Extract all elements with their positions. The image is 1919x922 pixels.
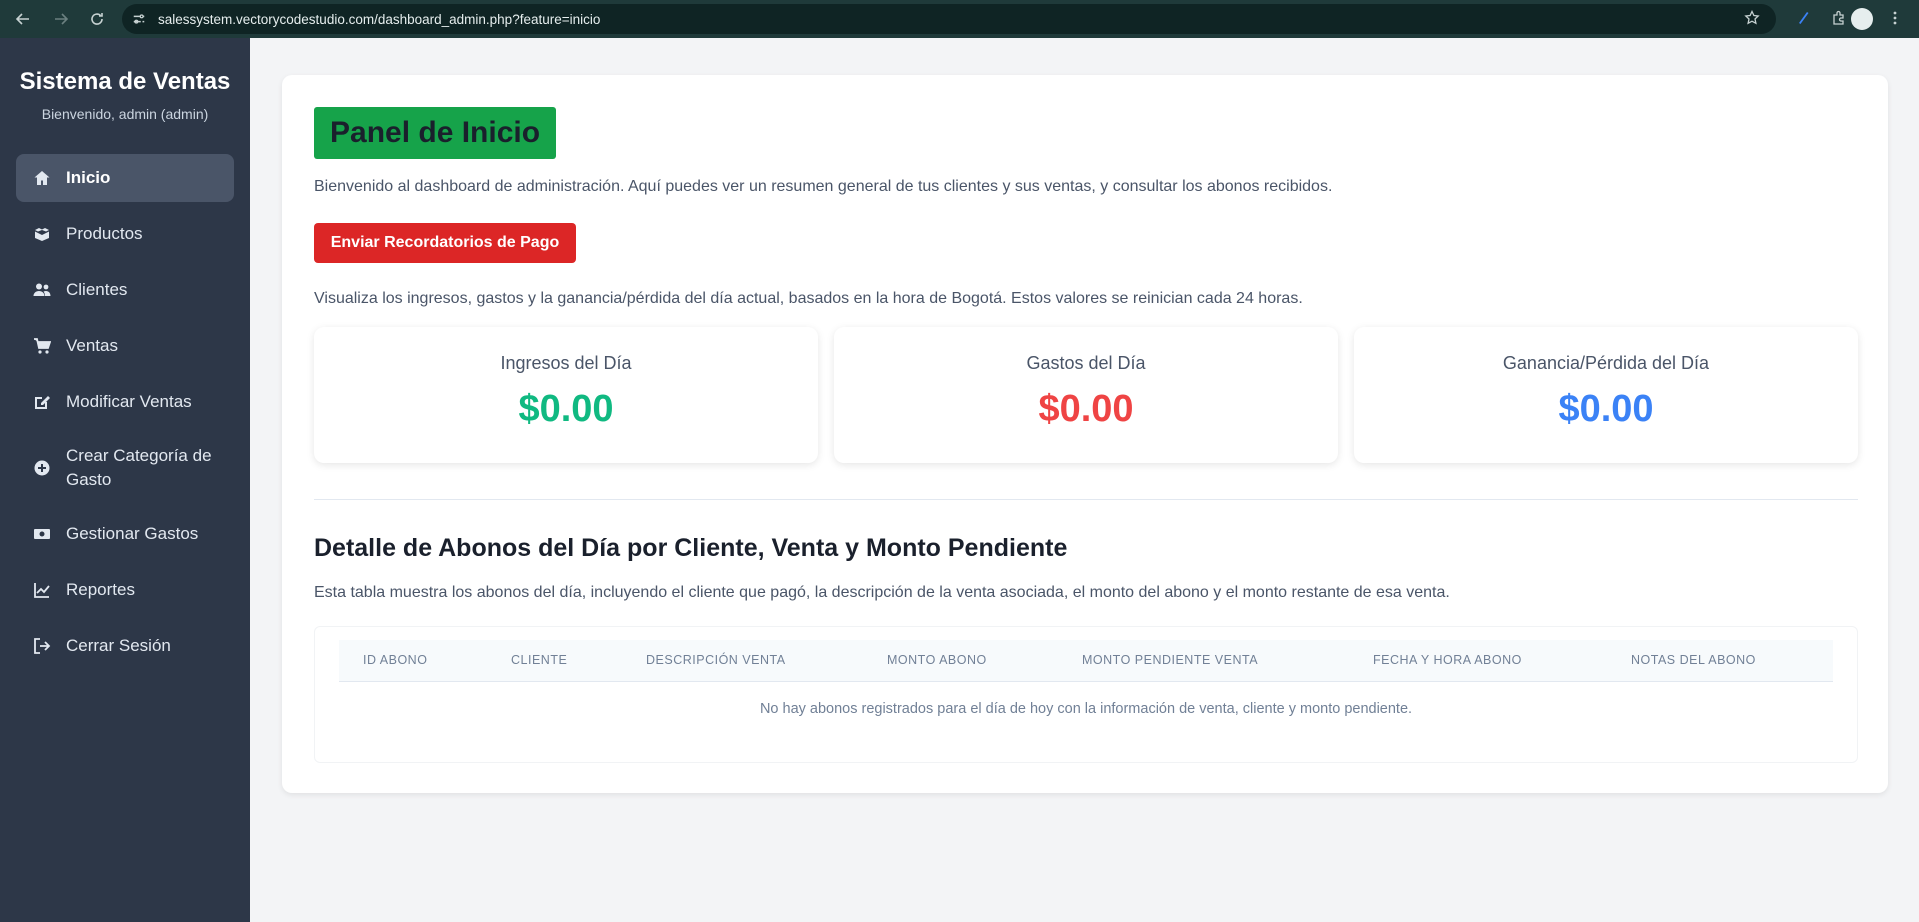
sidebar-item-clientes[interactable]: Clientes bbox=[16, 266, 234, 314]
sidebar-item-inicio[interactable]: Inicio bbox=[16, 154, 234, 202]
logout-icon bbox=[32, 636, 52, 656]
empty-table-message: No hay abonos registrados para el día de… bbox=[759, 701, 1413, 717]
sidebar-item-gestionar-gastos[interactable]: Gestionar Gastos bbox=[16, 510, 234, 558]
send-reminders-button[interactable]: Enviar Recordatorios de Pago bbox=[314, 223, 576, 263]
sidebar-item-reportes[interactable]: Reportes bbox=[16, 566, 234, 614]
home-icon bbox=[32, 168, 52, 188]
stat-label: Ingresos del Día bbox=[500, 353, 632, 373]
column-header: ID ABONO bbox=[363, 653, 428, 667]
cart-icon bbox=[32, 336, 52, 356]
sidebar-item-label: Gestionar Gastos bbox=[66, 524, 199, 543]
sidebar-menu: Inicio Productos Clientes Ventas Modific… bbox=[0, 154, 250, 670]
stat-card-ingresos: Ingresos del Día $0.00 bbox=[314, 327, 818, 463]
extension-pen-icon[interactable] bbox=[1795, 10, 1813, 28]
arrow-left-icon bbox=[15, 13, 29, 25]
money-icon bbox=[32, 524, 52, 544]
main-card: Panel de Inicio Bienvenido al dashboard … bbox=[282, 75, 1888, 793]
back-button[interactable] bbox=[12, 8, 34, 30]
app-title: Sistema de Ventas bbox=[19, 68, 231, 95]
browser-toolbar: salessystem.vectorycodestudio.com/dashbo… bbox=[0, 0, 1919, 38]
reload-icon bbox=[91, 13, 103, 25]
page-title: Panel de Inicio bbox=[330, 116, 541, 149]
abonos-table: ID ABONO CLIENTE DESCRIPCIÓN VENTA MONTO… bbox=[314, 626, 1858, 763]
site-info-icon[interactable] bbox=[130, 10, 148, 28]
column-header: MONTO ABONO bbox=[887, 653, 987, 667]
browser-menu-icon[interactable] bbox=[1887, 10, 1905, 28]
section-description: Esta tabla muestra los abonos del día, i… bbox=[314, 584, 1450, 601]
stat-card-gastos: Gastos del Día $0.00 bbox=[834, 327, 1338, 463]
arrow-right-icon bbox=[55, 13, 69, 25]
stat-card-ganancia: Ganancia/Pérdida del Día $0.00 bbox=[1354, 327, 1858, 463]
stat-label: Gastos del Día bbox=[1026, 353, 1146, 373]
sidebar-item-label: Modificar Ventas bbox=[66, 392, 192, 411]
url-text[interactable]: salessystem.vectorycodestudio.com/dashbo… bbox=[158, 12, 600, 27]
column-header: MONTO PENDIENTE VENTA bbox=[1082, 653, 1259, 667]
sidebar-item-label: Cerrar Sesión bbox=[66, 636, 171, 655]
column-header: DESCRIPCIÓN VENTA bbox=[646, 653, 786, 667]
sidebar-item-label: Clientes bbox=[66, 280, 128, 299]
plus-circle-icon bbox=[32, 458, 52, 478]
edit-icon bbox=[32, 392, 52, 412]
stat-label: Ganancia/Pérdida del Día bbox=[1502, 353, 1710, 373]
sidebar: Sistema de Ventas Bienvenido, admin (adm… bbox=[0, 38, 250, 922]
sidebar-item-productos[interactable]: Productos bbox=[16, 210, 234, 258]
extensions-puzzle-icon[interactable] bbox=[1831, 10, 1849, 28]
sidebar-item-crear-categoria[interactable]: Crear Categoría de Gasto bbox=[16, 434, 234, 502]
column-header: NOTAS DEL ABONO bbox=[1631, 653, 1756, 667]
page-title-box: Panel de Inicio bbox=[314, 107, 557, 159]
welcome-text: Bienvenido, admin (admin) bbox=[41, 106, 209, 122]
reload-button[interactable] bbox=[86, 8, 108, 30]
profile-avatar[interactable] bbox=[1851, 8, 1873, 30]
stats-row: Ingresos del Día $0.00 Gastos del Día $0… bbox=[314, 327, 1858, 463]
sidebar-item-label: Crear Categoría de Gasto bbox=[66, 446, 212, 489]
address-bar[interactable]: salessystem.vectorycodestudio.com/dashbo… bbox=[122, 4, 1776, 34]
sidebar-item-label: Inicio bbox=[66, 168, 111, 187]
stat-value: $0.00 bbox=[1558, 388, 1654, 430]
intro-text: Bienvenido al dashboard de administració… bbox=[314, 178, 1333, 195]
sidebar-item-label: Ventas bbox=[66, 336, 118, 355]
boxes-icon bbox=[32, 224, 52, 244]
stat-value: $0.00 bbox=[518, 388, 614, 430]
table-header: ID ABONO CLIENTE DESCRIPCIÓN VENTA MONTO… bbox=[339, 640, 1833, 682]
chart-line-icon bbox=[32, 580, 52, 600]
forward-button[interactable] bbox=[50, 8, 72, 30]
column-header: FECHA Y HORA ABONO bbox=[1373, 653, 1522, 667]
sidebar-item-label: Productos bbox=[66, 224, 143, 243]
stat-value: $0.00 bbox=[1038, 388, 1134, 430]
sidebar-item-ventas[interactable]: Ventas bbox=[16, 322, 234, 370]
divider bbox=[314, 499, 1858, 500]
sidebar-item-cerrar-sesion[interactable]: Cerrar Sesión bbox=[16, 622, 234, 670]
stats-description: Visualiza los ingresos, gastos y la gana… bbox=[314, 290, 1303, 307]
sidebar-item-label: Reportes bbox=[66, 580, 135, 599]
section-title: Detalle de Abonos del Día por Cliente, V… bbox=[314, 534, 1068, 562]
users-icon bbox=[32, 280, 52, 300]
bookmark-star-icon[interactable] bbox=[1744, 9, 1762, 28]
sidebar-item-modificar-ventas[interactable]: Modificar Ventas bbox=[16, 378, 234, 426]
column-header: CLIENTE bbox=[511, 653, 568, 667]
brand: Sistema de Ventas Bienvenido, admin (adm… bbox=[0, 68, 250, 122]
